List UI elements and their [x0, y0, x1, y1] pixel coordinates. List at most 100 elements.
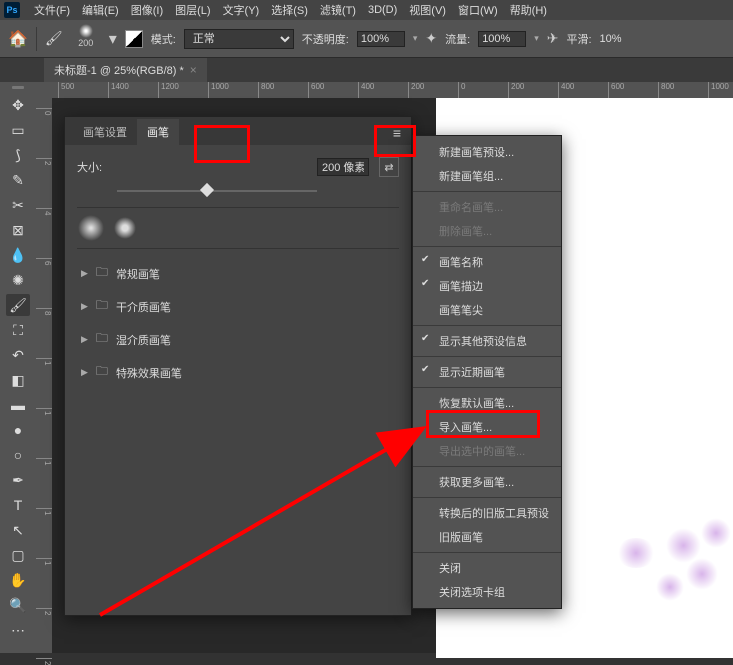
- stamp-tool[interactable]: ⛶: [6, 319, 30, 341]
- swap-icon[interactable]: [125, 30, 143, 48]
- tab-brush-settings[interactable]: 画笔设置: [73, 119, 137, 145]
- menu-select[interactable]: 选择(S): [265, 2, 314, 18]
- menu-type[interactable]: 文字(Y): [217, 2, 266, 18]
- check-icon: ✔: [421, 254, 429, 265]
- document-tab[interactable]: 未标题-1 @ 25%(RGB/8) * ×: [44, 58, 207, 82]
- zoom-tool[interactable]: 🔍: [6, 594, 30, 616]
- menu-get-more[interactable]: 获取更多画笔...: [413, 470, 561, 494]
- brush-folders: ▶🗀常规画笔 ▶🗀干介质画笔 ▶🗀湿介质画笔 ▶🗀特殊效果画笔: [77, 257, 399, 389]
- size-input[interactable]: [317, 158, 369, 176]
- pen-tool[interactable]: ✒: [6, 469, 30, 491]
- rectangle-tool[interactable]: ▢: [6, 544, 30, 566]
- menu-close-group[interactable]: 关闭选项卡组: [413, 580, 561, 604]
- menu-filter[interactable]: 滤镜(T): [314, 2, 362, 18]
- home-icon[interactable]: 🏠: [8, 29, 28, 49]
- chevron-down-icon[interactable]: ▾: [534, 33, 539, 44]
- toolbox-handle[interactable]: [12, 86, 24, 89]
- panel-menu-icon[interactable]: ≡: [389, 123, 405, 143]
- menu-layer[interactable]: 图层(L): [169, 2, 216, 18]
- flow-input[interactable]: [478, 31, 526, 47]
- menu-show-recent[interactable]: ✔显示近期画笔: [413, 360, 561, 384]
- history-brush-tool[interactable]: ↶: [6, 344, 30, 366]
- app-logo: Ps: [4, 2, 20, 18]
- tab-brush[interactable]: 画笔: [137, 119, 179, 145]
- flip-icon[interactable]: ⇄: [379, 157, 399, 177]
- menu-3d[interactable]: 3D(D): [362, 4, 403, 16]
- menu-edit[interactable]: 编辑(E): [76, 2, 125, 18]
- panel-body: 大小: ⇄ ▶🗀常规画笔 ▶🗀干介质画笔 ▶🗀湿介质画笔 ▶🗀特殊效果画笔: [65, 145, 411, 401]
- brush-preview-thumb[interactable]: [111, 214, 139, 242]
- brush-folder[interactable]: ▶🗀常规画笔: [77, 257, 399, 290]
- dodge-tool[interactable]: ○: [6, 444, 30, 466]
- menu-import-brushes[interactable]: 导入画笔...: [413, 415, 561, 439]
- ruler-tick: 0: [36, 108, 52, 115]
- menu-image[interactable]: 图像(I): [125, 2, 169, 18]
- ruler-tick: 800: [258, 82, 274, 98]
- brush-folder[interactable]: ▶🗀湿介质画笔: [77, 323, 399, 356]
- folder-icon: 🗀: [96, 296, 108, 317]
- menu-export-selected: 导出选中的画笔...: [413, 439, 561, 463]
- menu-file[interactable]: 文件(F): [28, 2, 76, 18]
- smoothing-value: 10%: [600, 33, 622, 45]
- path-select-tool[interactable]: ↖: [6, 519, 30, 541]
- toolbox: ✥ ▭ ⟆ ✎ ✂ ⊠ 💧 ✺ 🖌 ⛶ ↶ ◧ ▬ ● ○ ✒ T ↖ ▢ ✋ …: [0, 82, 36, 653]
- menu-window[interactable]: 窗口(W): [452, 2, 504, 18]
- blur-tool[interactable]: ●: [6, 419, 30, 441]
- quick-select-tool[interactable]: ✎: [6, 169, 30, 191]
- brush-panel-toggle-icon[interactable]: ▾: [109, 29, 117, 49]
- ruler-tick: 1000: [208, 82, 229, 98]
- chevron-down-icon[interactable]: ▾: [413, 33, 418, 44]
- ruler-tick: 1: [36, 558, 52, 565]
- gradient-tool[interactable]: ▬: [6, 394, 30, 416]
- menu-brush-tip[interactable]: 画笔笔尖: [413, 298, 561, 322]
- check-icon: ✔: [421, 278, 429, 289]
- ruler-tick: 1400: [108, 82, 129, 98]
- type-tool[interactable]: T: [6, 494, 30, 516]
- menu-show-other[interactable]: ✔显示其他预设信息: [413, 329, 561, 353]
- size-slider[interactable]: [117, 185, 317, 197]
- lasso-tool[interactable]: ⟆: [6, 144, 30, 166]
- airbrush-icon[interactable]: ✈: [547, 30, 559, 47]
- menu-new-preset[interactable]: 新建画笔预设...: [413, 140, 561, 164]
- menu-legacy[interactable]: 旧版画笔: [413, 525, 561, 549]
- folder-label: 湿介质画笔: [116, 332, 171, 348]
- panel-context-menu: 新建画笔预设... 新建画笔组... 重命名画笔... 删除画笔... ✔画笔名…: [412, 135, 562, 609]
- separator: [413, 246, 561, 247]
- hand-tool[interactable]: ✋: [6, 569, 30, 591]
- menu-brush-name[interactable]: ✔画笔名称: [413, 250, 561, 274]
- brush-folder[interactable]: ▶🗀特殊效果画笔: [77, 356, 399, 389]
- brush-strokes: [616, 518, 733, 598]
- ruler-tick: 1: [36, 408, 52, 415]
- check-icon: ✔: [421, 364, 429, 375]
- eraser-tool[interactable]: ◧: [6, 369, 30, 391]
- folder-icon: 🗀: [96, 263, 108, 284]
- menu-restore-default[interactable]: 恢复默认画笔...: [413, 391, 561, 415]
- menu-new-group[interactable]: 新建画笔组...: [413, 164, 561, 188]
- pressure-opacity-icon[interactable]: ✦: [425, 30, 437, 47]
- document-tabbar: 未标题-1 @ 25%(RGB/8) * ×: [0, 58, 733, 82]
- smoothing-label: 平滑:: [566, 31, 591, 47]
- opacity-input[interactable]: [357, 31, 405, 47]
- move-tool[interactable]: ✥: [6, 94, 30, 116]
- menu-convert-legacy[interactable]: 转换后的旧版工具预设: [413, 501, 561, 525]
- ruler-tick: 2: [36, 158, 52, 165]
- brush-tool-icon[interactable]: 🖌: [45, 30, 63, 47]
- marquee-tool[interactable]: ▭: [6, 119, 30, 141]
- more-tools[interactable]: ⋯: [6, 619, 30, 641]
- close-icon[interactable]: ×: [190, 63, 197, 77]
- healing-tool[interactable]: ✺: [6, 269, 30, 291]
- menu-help[interactable]: 帮助(H): [504, 2, 553, 18]
- menu-close[interactable]: 关闭: [413, 556, 561, 580]
- menu-brush-stroke[interactable]: ✔画笔描边: [413, 274, 561, 298]
- frame-tool[interactable]: ⊠: [6, 219, 30, 241]
- menubar: Ps 文件(F) 编辑(E) 图像(I) 图层(L) 文字(Y) 选择(S) 滤…: [0, 0, 733, 20]
- brush-preview-thumb[interactable]: [77, 214, 105, 242]
- crop-tool[interactable]: ✂: [6, 194, 30, 216]
- eyedropper-tool[interactable]: 💧: [6, 244, 30, 266]
- ruler-tick: 1: [36, 458, 52, 465]
- brush-preview[interactable]: 200: [71, 24, 101, 54]
- menu-view[interactable]: 视图(V): [403, 2, 452, 18]
- brush-tool[interactable]: 🖌: [6, 294, 30, 316]
- mode-select[interactable]: 正常: [184, 29, 294, 49]
- brush-folder[interactable]: ▶🗀干介质画笔: [77, 290, 399, 323]
